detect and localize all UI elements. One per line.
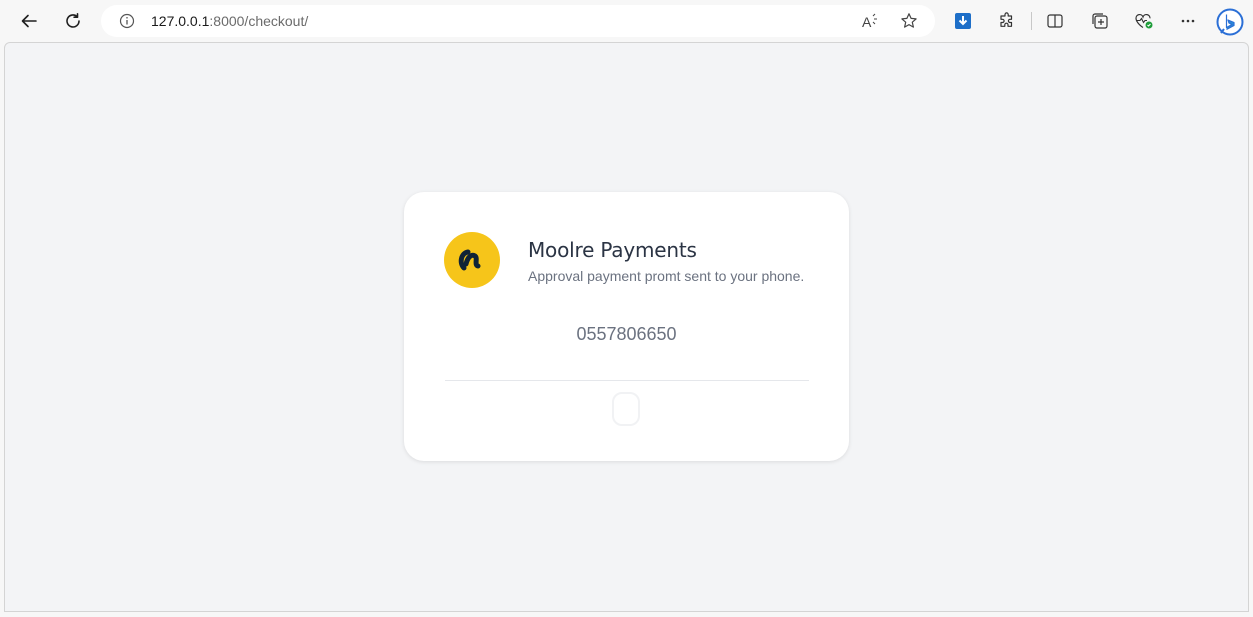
back-arrow-icon[interactable]	[15, 7, 43, 35]
divider	[445, 380, 809, 381]
address-bar[interactable]: 127.0.0.1:8000/checkout/ A	[101, 5, 935, 37]
read-aloud-icon[interactable]: A	[860, 11, 880, 31]
toolbar-separator	[1031, 12, 1032, 30]
card-title: Moolre Payments	[528, 238, 697, 262]
heart-pulse-icon[interactable]	[1133, 10, 1155, 32]
url-host: 127.0.0.1	[151, 13, 210, 29]
moolre-logo-icon	[458, 249, 481, 271]
split-screen-icon[interactable]	[1044, 10, 1066, 32]
card-subtitle: Approval payment promt sent to your phon…	[528, 268, 805, 284]
moolre-logo	[444, 232, 500, 288]
payment-card: Moolre Payments Approval payment promt s…	[404, 192, 849, 461]
svg-text:A: A	[862, 14, 872, 30]
phone-number: 0557806650	[576, 324, 677, 344]
more-dots-icon[interactable]	[1177, 10, 1199, 32]
download-extension-icon[interactable]	[952, 10, 974, 32]
bing-copilot-icon[interactable]	[1214, 6, 1246, 38]
refresh-icon[interactable]	[59, 7, 87, 35]
star-icon[interactable]	[899, 11, 919, 31]
collections-icon[interactable]	[1089, 10, 1111, 32]
browser-toolbar: 127.0.0.1:8000/checkout/ A	[0, 0, 1253, 42]
puzzle-icon[interactable]	[996, 10, 1018, 32]
url-path: :8000/checkout/	[209, 13, 309, 29]
info-icon[interactable]	[119, 13, 135, 29]
url-text[interactable]: 127.0.0.1:8000/checkout/	[151, 13, 308, 29]
loading-spinner-icon	[612, 392, 640, 426]
bottom-strip	[0, 612, 1253, 617]
